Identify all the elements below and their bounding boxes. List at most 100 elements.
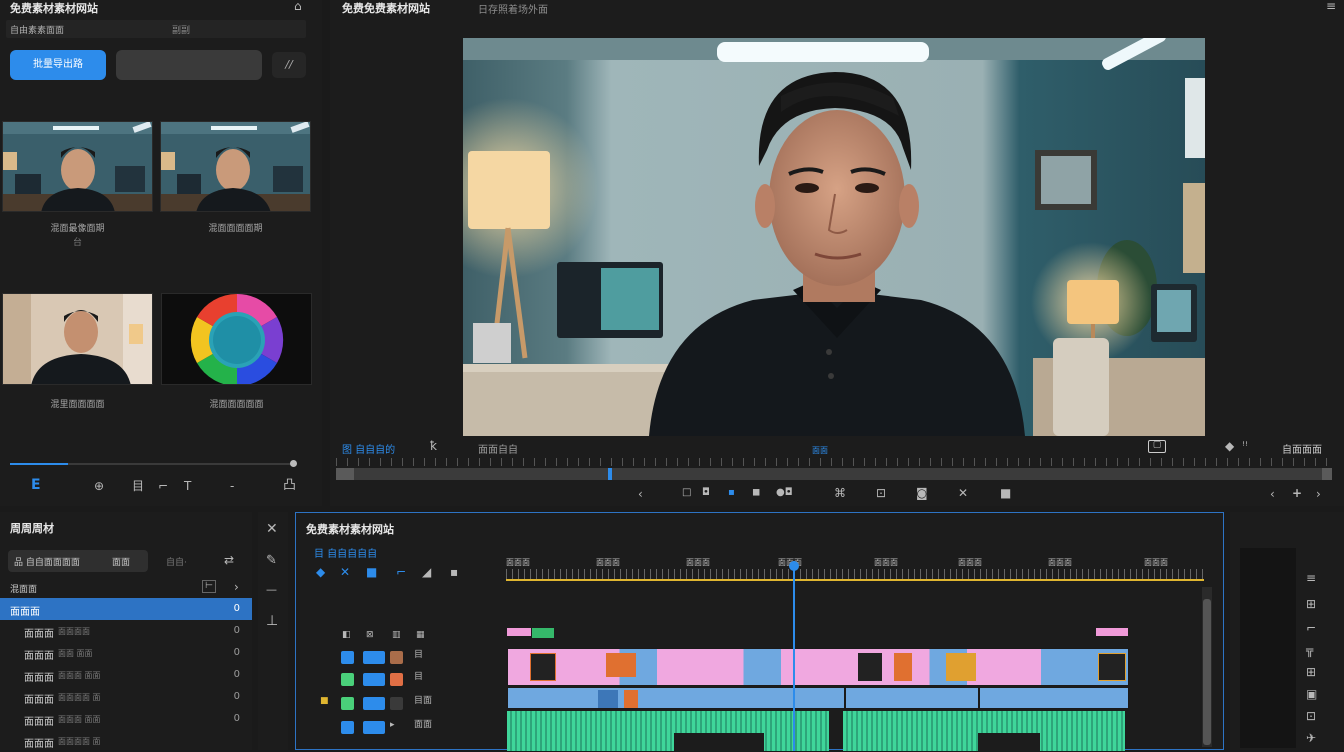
insert-icon[interactable]: ⌘ — [834, 487, 846, 499]
timeline-scroll-thumb[interactable] — [1203, 599, 1211, 745]
timeline-scrollbar[interactable] — [1202, 587, 1212, 747]
v1-toggle-button[interactable] — [363, 673, 385, 686]
list-view-icon[interactable]: 目 — [132, 480, 144, 492]
video-track-v1[interactable] — [507, 687, 1129, 710]
a2-mute-icon[interactable]: ▸ — [390, 721, 395, 730]
meter-frame-icon[interactable]: ⊡ — [1306, 710, 1316, 722]
mark-out-icon[interactable]: ◘ — [702, 488, 710, 498]
a2-target-button[interactable] — [341, 721, 354, 734]
batch-export-button[interactable]: 批量导出路 — [10, 50, 106, 80]
meter-tool-icon[interactable]: ⊞ — [1306, 598, 1316, 610]
video-track-v2[interactable] — [507, 648, 1129, 686]
globe-icon[interactable]: ⊕ — [94, 480, 104, 492]
slip-tool-icon[interactable]: ⊥ — [266, 614, 278, 628]
viewer-back-icon[interactable]: ‹ — [1270, 488, 1275, 500]
audio-track-a1[interactable] — [507, 711, 829, 751]
playhead-handle[interactable] — [789, 561, 799, 571]
track-sync-icon[interactable]: ⊠ — [366, 631, 374, 640]
viewer-forward-icon[interactable]: › — [1316, 488, 1321, 500]
media-thumb-3[interactable] — [2, 293, 153, 385]
v1-eye-button[interactable] — [390, 673, 403, 686]
wrench-icon[interactable]: ▪ — [450, 566, 458, 578]
meter-box-icon[interactable]: ▣ — [1306, 688, 1317, 700]
row-sort-icon[interactable]: ⊢ — [202, 580, 216, 593]
add-button-icon[interactable]: + — [1292, 487, 1302, 499]
media-thumb-2[interactable] — [160, 121, 311, 212]
settings-icon[interactable]: ⌐ — [396, 566, 406, 578]
play-icon[interactable]: ●◘ — [776, 488, 793, 498]
meter-corner-icon[interactable]: ⌐ — [1306, 622, 1316, 634]
link-button[interactable]: // — [272, 52, 306, 78]
project-row[interactable]: 面面面 面面 面面 0 — [0, 642, 252, 664]
a2-toggle-button[interactable] — [363, 721, 385, 734]
overwrite-icon[interactable]: ⊡ — [876, 487, 886, 499]
project-tab-third[interactable]: 自自· — [166, 555, 187, 568]
media-search-bar[interactable]: 自由素素面面 副副 — [6, 20, 306, 38]
media-thumb-4[interactable] — [161, 293, 312, 385]
step-back-icon[interactable]: ◼ — [752, 488, 760, 498]
snap-icon[interactable]: ◆ — [316, 566, 325, 578]
meter-fork-icon[interactable]: ╦ — [1306, 644, 1313, 656]
a1-lock-icon[interactable]: ■ — [320, 697, 329, 706]
dash-icon[interactable]: - — [230, 480, 234, 492]
track-lock-icon[interactable]: ◧ — [342, 631, 351, 640]
time-ruler[interactable] — [506, 569, 1204, 579]
razor-tool-icon[interactable]: ✎ — [266, 554, 277, 567]
meter-grid-icon[interactable]: ⊞ — [1306, 666, 1316, 678]
v2-eye-button[interactable] — [390, 651, 403, 664]
marker-icon[interactable]: ■ — [366, 566, 377, 578]
search-field[interactable] — [116, 50, 262, 80]
export-frame-icon[interactable]: ■ — [1000, 487, 1011, 499]
title-clip-1[interactable] — [507, 628, 531, 636]
a1-target-button[interactable] — [341, 697, 354, 710]
viewer-playhead[interactable] — [608, 468, 612, 480]
text-icon[interactable]: T — [184, 480, 191, 492]
viewer-ruler[interactable] — [336, 458, 1332, 466]
prev-icon[interactable]: ‹ — [638, 488, 643, 500]
thumb-zoom-slider[interactable] — [10, 460, 297, 467]
video-preview[interactable] — [463, 38, 1205, 436]
timeline-playhead[interactable] — [789, 561, 799, 751]
track-output-icon[interactable]: ▥ — [392, 631, 401, 640]
audio-meter-icon[interactable]: ꜝꜝ — [1242, 440, 1248, 452]
row-expand-icon[interactable]: › — [234, 581, 239, 593]
project-tab-active[interactable]: 品 自自面面面面 面面 — [8, 550, 148, 572]
safe-margin-icon[interactable]: ▢ — [1148, 440, 1166, 453]
bin-icon[interactable]: E — [31, 478, 41, 492]
v2-target-button[interactable] — [341, 651, 354, 664]
extract-icon[interactable]: ✕ — [958, 487, 968, 499]
track-mute-icon[interactable]: ▦ — [416, 631, 425, 640]
project-row[interactable]: 面面面 面面面 面面 0 — [0, 664, 252, 686]
a1-toggle-button[interactable] — [363, 697, 385, 710]
new-item-icon[interactable]: 凸 — [283, 479, 296, 492]
meter-send-icon[interactable]: ✈ — [1306, 732, 1316, 744]
track-select-icon[interactable]: — — [266, 584, 277, 595]
panel-menu-icon[interactable]: ⌂ — [294, 0, 302, 12]
project-row[interactable]: 面面面 面面面面 面 0 — [0, 686, 252, 708]
v1-target-button[interactable] — [341, 673, 354, 686]
viewer-scrub-bar[interactable] — [336, 468, 1332, 480]
title-clip-2[interactable] — [532, 628, 554, 638]
project-row[interactable]: 面面面 面面面面 0 — [0, 620, 252, 642]
meter-menu-icon[interactable]: ≡ — [1306, 572, 1316, 584]
work-area-bar[interactable] — [506, 579, 1204, 581]
marker-diamond-icon[interactable]: ◆ — [1225, 440, 1234, 452]
media-thumb-1[interactable] — [2, 121, 153, 212]
project-row-selected[interactable]: 面面面 0 — [0, 598, 252, 620]
viewer-menu-icon[interactable]: ≡ — [1326, 0, 1336, 12]
project-tab-menu-icon[interactable]: ⇄ — [224, 554, 234, 566]
caption-icon[interactable]: ◢ — [422, 566, 431, 578]
project-row[interactable]: 面面面 面面面 面面 0 — [0, 708, 252, 730]
linked-icon[interactable]: ✕ — [340, 566, 350, 578]
v2-toggle-button[interactable] — [363, 651, 385, 664]
selection-tool-icon[interactable]: ✕ — [266, 522, 278, 536]
lift-icon[interactable]: ◙ — [916, 487, 928, 499]
go-to-in-icon[interactable]: ▪ — [728, 488, 735, 498]
mark-in-icon[interactable]: □ — [682, 488, 691, 498]
project-row[interactable]: 面面面 面面面面 面 — [0, 730, 252, 752]
audio-waveform-icon[interactable]: ꝁ — [430, 440, 437, 452]
corner-icon[interactable]: ⌐ — [158, 480, 168, 492]
title-clip-3[interactable] — [1096, 628, 1128, 636]
slider-handle[interactable] — [290, 460, 297, 467]
a1-mute-button[interactable] — [390, 697, 403, 710]
